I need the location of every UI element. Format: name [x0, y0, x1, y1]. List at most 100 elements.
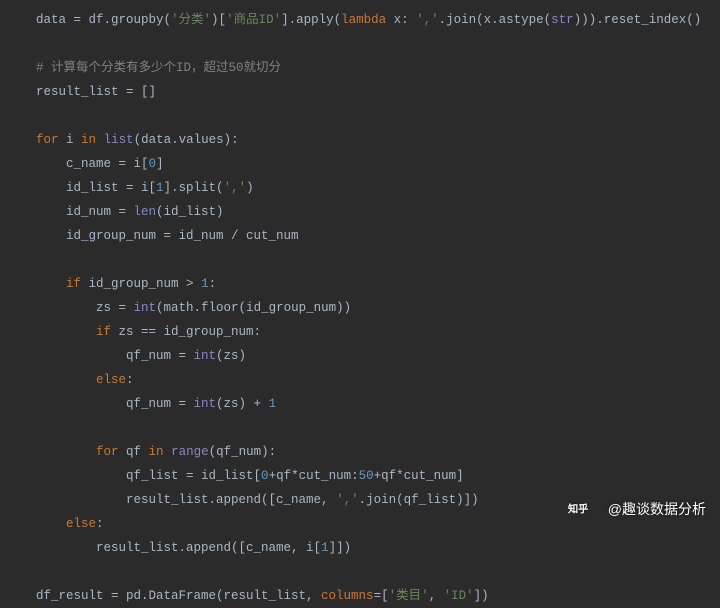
token-kw: for [36, 133, 59, 147]
token-text [96, 133, 104, 147]
token-text: )[ [211, 13, 226, 27]
token-text: qf_num = [126, 397, 194, 411]
token-kw: in [81, 133, 96, 147]
code-line [0, 416, 720, 440]
token-text: (zs) + [216, 397, 269, 411]
code-content: # 计算每个分类有多少个ID，超过50就切分 [28, 56, 281, 80]
token-kw: if [66, 277, 81, 291]
token-builtin: int [134, 301, 157, 315]
token-text: ))).reset_index() [574, 13, 702, 27]
token-kw: for [96, 445, 119, 459]
token-comment: # 计算每个分类有多少个ID，超过50就切分 [36, 61, 281, 75]
token-text: df_result = pd.DataFrame(result_list, [36, 589, 321, 603]
token-text: ].apply( [281, 13, 341, 27]
code-content [28, 248, 66, 272]
token-text: data = df.groupby( [36, 13, 171, 27]
token-text: zs = [96, 301, 134, 315]
code-line: else: [0, 368, 720, 392]
code-content: result_list = [] [28, 80, 156, 104]
token-text: (qf_num): [209, 445, 277, 459]
code-content: else: [28, 512, 104, 536]
zhihu-logo-icon: 知乎 [568, 501, 602, 517]
token-text: (data.values): [134, 133, 239, 147]
code-content: c_name = i[0] [28, 152, 164, 176]
code-content: if id_group_num > 1: [28, 272, 216, 296]
token-text: : [96, 517, 104, 531]
code-content: for i in list(data.values): [28, 128, 239, 152]
token-num: 1 [269, 397, 277, 411]
token-num: 1 [321, 541, 329, 555]
token-text: ]]) [329, 541, 352, 555]
token-text: +qf*cut_num] [374, 469, 464, 483]
token-text: result_list = [] [36, 85, 156, 99]
code-line: if zs == id_group_num: [0, 320, 720, 344]
token-text: (math.floor(id_group_num)) [156, 301, 351, 315]
code-line [0, 104, 720, 128]
token-text: id_num = [66, 205, 134, 219]
token-num: 1 [156, 181, 164, 195]
token-text: =[ [374, 589, 389, 603]
token-str: '类目' [389, 589, 429, 603]
code-line [0, 32, 720, 56]
token-text: +qf*cut_num: [269, 469, 359, 483]
code-content [28, 416, 96, 440]
token-num: 1 [201, 277, 209, 291]
code-content: data = df.groupby('分类')['商品ID'].apply(la… [28, 8, 701, 32]
token-text: ].split( [164, 181, 224, 195]
code-content: zs = int(math.floor(id_group_num)) [28, 296, 351, 320]
token-str: 'ID' [444, 589, 474, 603]
token-builtin: range [171, 445, 209, 459]
token-kw: else [96, 373, 126, 387]
token-num: 0 [149, 157, 157, 171]
watermark: 知乎 @趣谈数据分析 [568, 497, 706, 521]
code-content: id_list = i[1].split(',') [28, 176, 254, 200]
token-text: (id_list) [156, 205, 224, 219]
token-text: ]) [474, 589, 489, 603]
token-text: result_list.append([c_name, [126, 493, 336, 507]
code-content: qf_num = int(zs) + 1 [28, 392, 276, 416]
code-line: for i in list(data.values): [0, 128, 720, 152]
token-kw: lambda [341, 13, 386, 27]
code-line: # 计算每个分类有多少个ID，超过50就切分 [0, 56, 720, 80]
code-content: df_result = pd.DataFrame(result_list, co… [28, 584, 489, 608]
zhihu-logo-text: 知乎 [568, 502, 588, 515]
token-builtin: len [134, 205, 157, 219]
code-line: qf_list = id_list[0+qf*cut_num:50+qf*cut… [0, 464, 720, 488]
token-text: i [59, 133, 82, 147]
token-kw: in [149, 445, 164, 459]
code-line [0, 248, 720, 272]
code-content: qf_num = int(zs) [28, 344, 246, 368]
token-text: , [429, 589, 444, 603]
code-line: result_list = [] [0, 80, 720, 104]
token-kw: else [66, 517, 96, 531]
token-param: columns [321, 589, 374, 603]
code-content: if zs == id_group_num: [28, 320, 261, 344]
token-str: '分类' [171, 13, 211, 27]
code-content: result_list.append([c_name, i[1]]) [28, 536, 351, 560]
code-content: id_num = len(id_list) [28, 200, 224, 224]
token-str: ',' [224, 181, 247, 195]
token-text [164, 445, 172, 459]
token-text: id_group_num = id_num / cut_num [66, 229, 299, 243]
token-kw: if [96, 325, 111, 339]
code-line: id_list = i[1].split(',') [0, 176, 720, 200]
code-line: data = df.groupby('分类')['商品ID'].apply(la… [0, 8, 720, 32]
code-line: result_list.append([c_name, i[1]]) [0, 536, 720, 560]
token-text: : [209, 277, 217, 291]
token-builtin: list [104, 133, 134, 147]
token-text: ] [156, 157, 164, 171]
token-text: .join(qf_list)]) [359, 493, 479, 507]
watermark-author: @趣谈数据分析 [608, 497, 706, 521]
code-content: for qf in range(qf_num): [28, 440, 276, 464]
token-str: ',' [416, 13, 439, 27]
token-text: id_list = i[ [66, 181, 156, 195]
token-builtin: str [551, 13, 574, 27]
token-text: result_list.append([c_name, i[ [96, 541, 321, 555]
token-text: .join(x.astype( [439, 13, 552, 27]
code-line: qf_num = int(zs) + 1 [0, 392, 720, 416]
code-line: zs = int(math.floor(id_group_num)) [0, 296, 720, 320]
code-content: qf_list = id_list[0+qf*cut_num:50+qf*cut… [28, 464, 464, 488]
token-text: qf [119, 445, 149, 459]
token-text: c_name = i[ [66, 157, 149, 171]
token-text: : [126, 373, 134, 387]
